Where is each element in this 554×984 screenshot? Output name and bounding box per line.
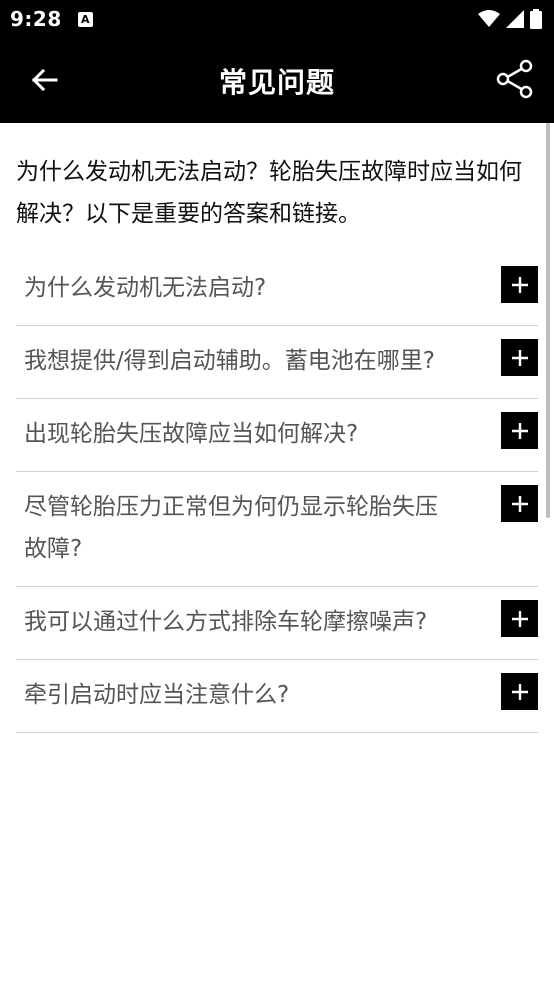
wifi-icon	[478, 10, 500, 27]
expand-button[interactable]	[501, 412, 538, 449]
share-button[interactable]	[494, 56, 536, 102]
plus-icon	[511, 422, 528, 439]
faq-item-tire-warning[interactable]: 尽管轮胎压力正常但为何仍显示轮胎失压故障?	[16, 472, 538, 587]
status-time: 9:28	[10, 7, 62, 31]
expand-button[interactable]	[501, 485, 538, 522]
plus-icon	[511, 276, 528, 293]
faq-item-tow-start[interactable]: 牵引启动时应当注意什么?	[16, 660, 538, 733]
expand-button[interactable]	[501, 600, 538, 637]
signal-icon	[506, 10, 524, 28]
status-left: 9:28 A	[10, 7, 93, 31]
faq-question: 我想提供/得到启动辅助。蓄电池在哪里?	[24, 348, 435, 374]
faq-item-jump-start[interactable]: 我想提供/得到启动辅助。蓄电池在哪里?	[16, 326, 538, 399]
page-title: 常见问题	[218, 65, 335, 99]
status-bar: 9:28 A	[0, 0, 554, 38]
faq-content[interactable]: 为什么发动机无法启动？轮胎失压故障时应当如何解决？以下是重要的答案和链接。 为什…	[0, 123, 554, 984]
back-button[interactable]	[26, 62, 62, 98]
app-bar: 常见问题	[0, 38, 554, 123]
battery-icon	[530, 9, 542, 29]
share-icon	[496, 59, 533, 99]
faq-question: 牵引启动时应当注意什么?	[24, 682, 290, 708]
faq-item-wheel-noise[interactable]: 我可以通过什么方式排除车轮摩擦噪声?	[16, 587, 538, 660]
faq-question: 尽管轮胎压力正常但为何仍显示轮胎失压故障?	[24, 494, 438, 562]
scrollbar[interactable]	[546, 123, 550, 518]
plus-icon	[511, 610, 528, 627]
status-right	[478, 9, 542, 29]
plus-icon	[511, 683, 528, 700]
faq-question: 我可以通过什么方式排除车轮摩擦噪声?	[24, 609, 428, 635]
expand-button[interactable]	[501, 266, 538, 303]
plus-icon	[511, 349, 528, 366]
faq-item-engine-start[interactable]: 为什么发动机无法启动?	[16, 253, 538, 326]
faq-question: 为什么发动机无法启动?	[24, 275, 267, 301]
arrow-left-icon	[31, 68, 58, 92]
notification-icon: A	[77, 11, 93, 27]
expand-button[interactable]	[501, 673, 538, 710]
faq-question: 出现轮胎失压故障应当如何解决?	[24, 421, 359, 447]
faq-list: 为什么发动机无法启动? 我想提供/得到启动辅助。蓄电池在哪里? 出现轮胎失压故障…	[16, 253, 538, 733]
faq-item-tire-pressure-loss[interactable]: 出现轮胎失压故障应当如何解决?	[16, 399, 538, 472]
expand-button[interactable]	[501, 339, 538, 376]
plus-icon	[511, 495, 528, 512]
intro-text: 为什么发动机无法启动？轮胎失压故障时应当如何解决？以下是重要的答案和链接。	[16, 159, 522, 227]
